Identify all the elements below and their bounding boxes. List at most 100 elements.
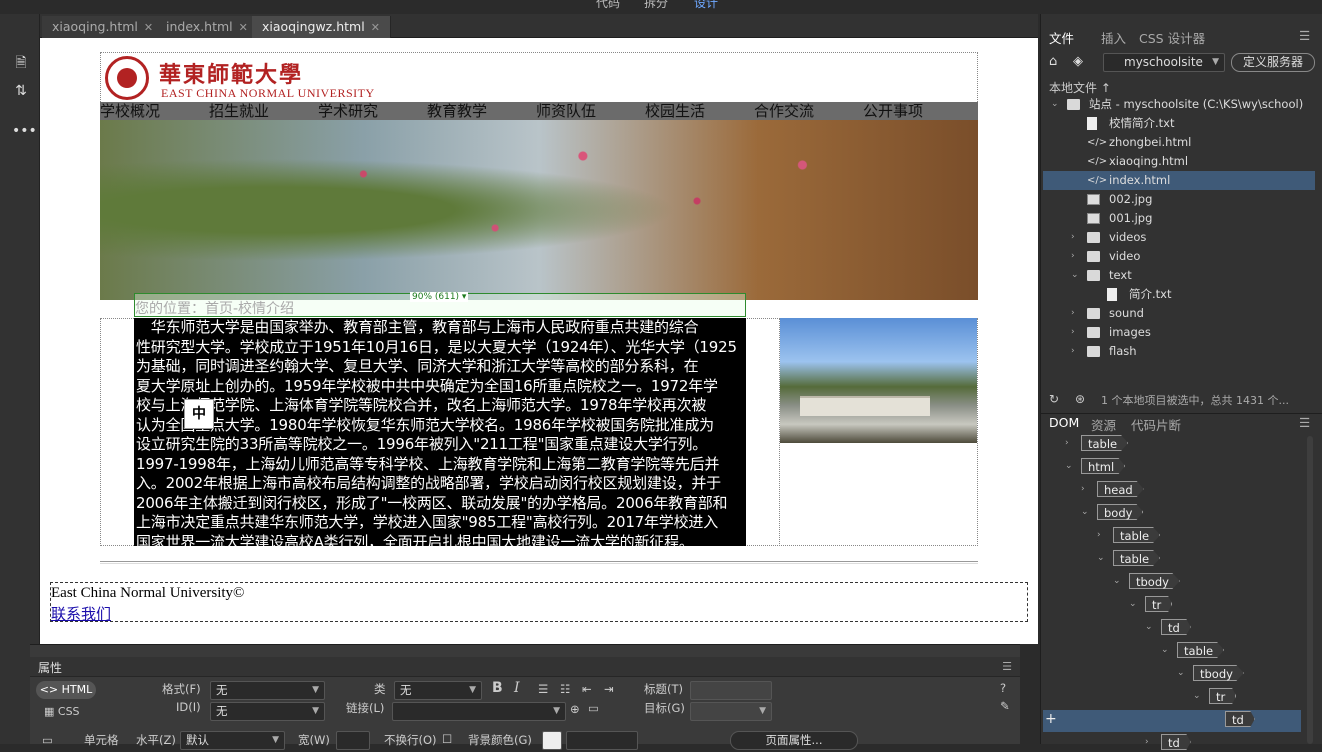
title-input[interactable] [690,681,772,700]
dom-node[interactable]: ⌄ tr [1129,596,1173,614]
chevron-down-icon[interactable]: ⌄ [1161,642,1169,658]
tab-xiaoqing[interactable]: xiaoqing.html ✕ [42,16,165,38]
contact-link[interactable]: 联系我们 [51,603,111,624]
chevron-down-icon[interactable]: ⌄ [1097,550,1105,566]
file-tree-item[interactable]: 校情简介.txt [1043,114,1315,133]
chevron-down-icon[interactable]: ⌄ [1065,458,1073,474]
dom-node[interactable]: › table [1097,527,1161,545]
link-input[interactable]: ▼ [392,702,566,721]
close-icon[interactable]: ✕ [144,21,153,34]
chevron-right-icon[interactable]: › [1065,435,1069,451]
more-icon[interactable]: ••• [12,122,37,140]
horizontal-align-select[interactable]: 默认 ▼ [180,731,285,750]
chevron-down-icon[interactable]: ⌄ [1129,596,1137,612]
point-to-file-icon[interactable]: ⊕ [570,702,580,716]
file-tree-item[interactable]: › video [1043,247,1315,266]
nav-item[interactable]: 学校概况 [100,100,160,121]
sync-icon[interactable]: ◈ [1073,54,1083,69]
help-icon[interactable]: ? [1000,681,1006,695]
chevron-down-icon[interactable]: ⌄ [1113,573,1121,589]
file-tree-item[interactable]: </> zhongbei.html [1043,133,1315,152]
new-file-icon[interactable]: 🗎 [12,54,30,72]
id-select[interactable]: 无 ▼ [210,702,325,721]
split-view-tab[interactable]: 拆分 [644,0,668,11]
file-tree-item[interactable]: › images [1043,323,1315,342]
dom-node[interactable]: ⌄ td [1145,619,1191,637]
file-tree-item[interactable]: 简介.txt [1043,285,1315,304]
chevron-down-icon[interactable]: ⌄ [1145,619,1153,635]
dom-node[interactable]: ⌄ body [1081,504,1144,522]
chevron-right-icon[interactable]: › [1097,527,1101,543]
nav-item[interactable]: 招生就业 [209,100,269,121]
dom-node[interactable]: ⌄ tr [1193,688,1237,706]
html-mode-button[interactable]: <> HTML [36,681,96,699]
site-select[interactable]: myschoolsite ▼ [1103,53,1225,72]
chevron-right-icon[interactable]: › [1071,342,1075,361]
panel-menu-icon[interactable]: ☰ [1299,415,1310,430]
nav-item[interactable]: 校园生活 [645,100,705,121]
nav-item[interactable]: 合作交流 [754,100,814,121]
panel-menu-icon[interactable]: ☰ [1002,660,1012,673]
bgcolor-input[interactable] [566,731,638,750]
tab-css-designer[interactable]: CSS 设计器 [1139,28,1205,47]
file-tree-item[interactable]: › flash [1043,342,1315,361]
chevron-right-icon[interactable]: › [1071,304,1075,323]
ordered-list-icon[interactable]: ☷ [560,682,570,696]
dom-node[interactable]: ⌄ table [1161,642,1225,660]
chevron-right-icon[interactable]: › [1081,481,1085,497]
tab-assets[interactable]: 资源 [1091,415,1116,434]
width-input[interactable] [336,731,370,750]
page-properties-button[interactable]: 页面属性... [730,731,858,750]
chevron-right-icon[interactable]: › [1071,323,1075,342]
indent-icon[interactable]: ⇥ [604,682,614,696]
sort-icon[interactable]: ⇅ [12,82,30,100]
chevron-right-icon[interactable]: › [1071,228,1075,247]
css-mode-button[interactable]: ▦ CSS [44,705,80,718]
intro-text[interactable]: 华东师范大学是由国家举办、教育部主管，教育部与上海市人民政府重点共建的综合 性研… [134,318,746,546]
design-canvas[interactable]: 華東師範大學 EAST CHINA NORMAL UNIVERSITY 学校概况… [40,38,1038,644]
code-view-tab[interactable]: 代码 [596,0,620,11]
bgcolor-swatch[interactable] [542,731,562,750]
nav-item[interactable]: 公开事项 [863,100,923,121]
file-tree-item[interactable]: ⌄ 站点 - myschoolsite (C:\KS\wy\school) [1043,95,1315,114]
dom-node[interactable]: ⌄ tbody [1113,573,1180,591]
file-tree-item[interactable]: › sound [1043,304,1315,323]
breadcrumb[interactable]: 您的位置：首页-校情介绍 90% (611) ▾ [134,292,746,317]
file-tree-item[interactable]: </> index.html [1043,171,1315,190]
class-select[interactable]: 无 ▼ [394,681,482,700]
dom-node[interactable]: ⌄ table [1097,550,1161,568]
chevron-down-icon[interactable]: ⌄ [1177,665,1185,681]
bold-button[interactable]: B [492,680,503,696]
browse-folder-icon[interactable]: ▭ [588,701,599,715]
tab-snippets[interactable]: 代码片断 [1131,415,1181,434]
tab-dom[interactable]: DOM [1049,415,1079,430]
chevron-down-icon[interactable]: ⌄ [1081,504,1089,520]
dom-node[interactable]: td [1225,711,1255,729]
dom-node[interactable]: ⌄ html [1065,458,1126,476]
tab-xiaoqingwz[interactable]: xiaoqingwz.html ✕ [252,16,391,38]
tab-files[interactable]: 文件 [1049,28,1074,47]
nav-item[interactable]: 学术研究 [318,100,378,121]
local-files-header[interactable]: 本地文件 ↑ [1049,79,1111,96]
file-tree-item[interactable]: 002.jpg [1043,190,1315,209]
dom-node[interactable]: › td [1145,734,1191,752]
outdent-icon[interactable]: ⇤ [582,682,592,696]
edit-icon[interactable]: ✎ [1000,699,1010,713]
file-tree-item[interactable]: </> xiaoqing.html [1043,152,1315,171]
nav-item[interactable]: 师资队伍 [536,100,596,121]
close-icon[interactable]: ✕ [371,21,380,34]
globe-icon[interactable]: ⊛ [1075,392,1085,406]
chevron-down-icon[interactable]: ⌄ [1071,266,1079,285]
refresh-icon[interactable]: ↻ [1049,392,1059,406]
tab-insert[interactable]: 插入 [1101,28,1126,47]
dom-scrollbar[interactable] [1307,436,1313,744]
italic-button[interactable]: I [514,680,520,696]
close-icon[interactable]: ✕ [239,21,248,34]
connect-icon[interactable]: ⌂ [1049,54,1057,69]
file-tree-item[interactable]: ⌄ text [1043,266,1315,285]
file-tree-item[interactable]: › videos [1043,228,1315,247]
target-select[interactable]: ▼ [690,702,772,721]
file-tree-item[interactable]: 001.jpg [1043,209,1315,228]
ime-indicator[interactable]: 中 [184,399,214,429]
chevron-down-icon[interactable]: ⌄ [1193,688,1201,704]
